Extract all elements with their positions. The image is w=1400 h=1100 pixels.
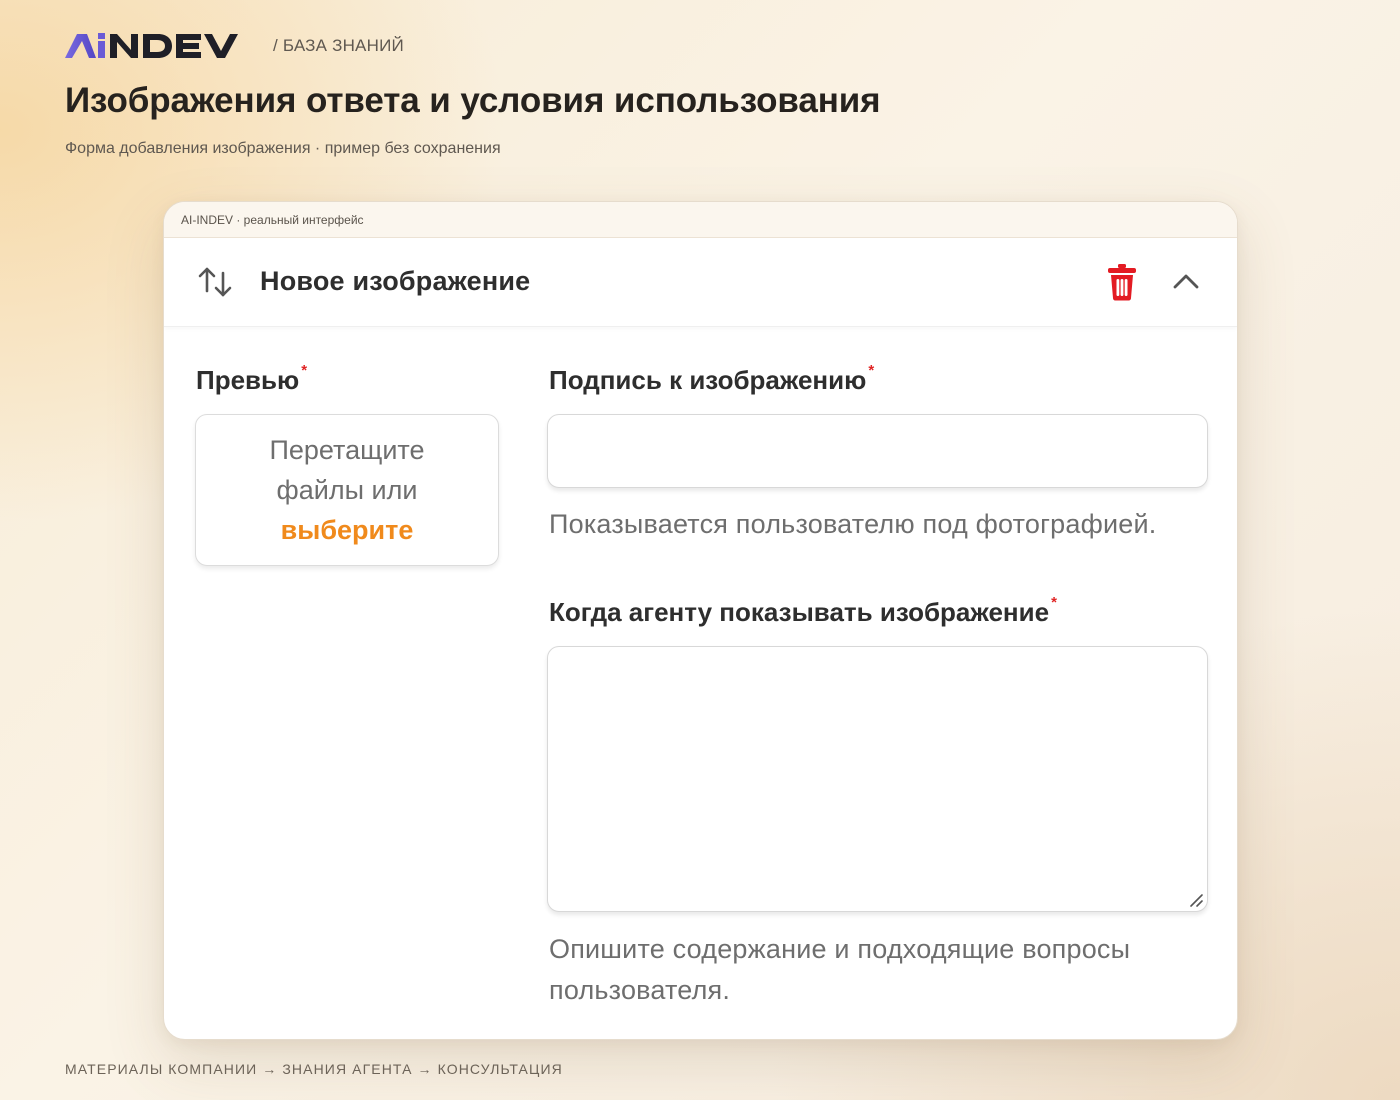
preview-label: Превью * — [196, 362, 308, 396]
page-title: Изображения ответа и условия использован… — [65, 81, 881, 120]
choose-file-link[interactable]: выберите — [281, 510, 414, 550]
dropzone-line-1: Перетащите — [269, 435, 425, 465]
card-caption-bar: AI-INDEV · реальный интерфейс — [164, 202, 1237, 238]
preview-label-text: Превью — [196, 365, 300, 395]
dropzone-line-2: файлы или — [276, 475, 418, 505]
breadcrumb[interactable]: / БАЗА ЗНАНИЙ — [273, 36, 404, 56]
page-subtitle: Форма добавления изображения · пример бе… — [65, 140, 501, 157]
caption-label-text: Подпись к изображению — [549, 365, 867, 395]
trash-icon[interactable] — [1105, 262, 1139, 302]
image-dropzone[interactable]: Перетащите файлы или выберите — [195, 414, 499, 566]
required-mark: * — [301, 362, 308, 379]
caption-label: Подпись к изображению * — [549, 362, 875, 396]
caption-helper-text: Показывается пользователю под фотографие… — [549, 509, 1157, 539]
aindev-logo[interactable] — [65, 33, 251, 59]
image-form-card: AI-INDEV · реальный интерфейс Новое изоб… — [163, 201, 1238, 1040]
brand-row: / БАЗА ЗНАНИЙ — [65, 33, 404, 59]
chevron-up-icon[interactable] — [1169, 267, 1203, 297]
required-mark: * — [868, 362, 875, 379]
when-to-show-label-text: Когда агенту показывать изображение — [549, 597, 1050, 627]
logo-wordmark — [65, 33, 238, 58]
when-to-show-helper-text: Опишите содержание и подходящие вопросы … — [549, 934, 1131, 1005]
when-to-show-label: Когда агенту показывать изображение * — [549, 594, 1057, 628]
when-to-show-textarea[interactable] — [547, 646, 1208, 912]
required-mark: * — [1051, 594, 1057, 611]
card-caption: AI-INDEV · реальный интерфейс — [181, 212, 364, 227]
card-header: Новое изображение — [164, 238, 1237, 327]
card-title: Новое изображение — [260, 266, 531, 296]
caption-input[interactable] — [547, 414, 1208, 488]
footer-breadcrumb-trail: МАТЕРИАЛЫ КОМПАНИИ → ЗНАНИЯ АГЕНТА → КОН… — [65, 1061, 563, 1077]
resize-handle-icon[interactable] — [1188, 892, 1204, 908]
sort-arrows-icon[interactable] — [197, 265, 233, 299]
